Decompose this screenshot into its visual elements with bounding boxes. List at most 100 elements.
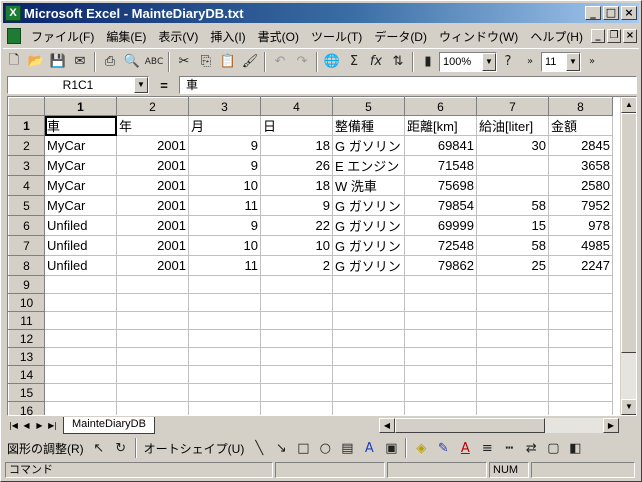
cell[interactable] [548, 347, 613, 366]
cell[interactable] [260, 383, 333, 402]
cell[interactable]: 2001 [116, 135, 189, 156]
cell[interactable]: 18 [260, 175, 333, 196]
cell[interactable] [44, 311, 117, 330]
cell[interactable]: 11 [188, 195, 261, 216]
chevron-down-icon[interactable]: ▼ [566, 52, 580, 71]
cell[interactable]: 75698 [404, 175, 477, 196]
cell[interactable] [476, 175, 549, 196]
cell[interactable]: 2001 [116, 195, 189, 216]
menu-tools[interactable]: ツール(T) [305, 28, 368, 45]
undo-icon[interactable]: ↶ [269, 51, 291, 73]
cell[interactable] [188, 383, 261, 402]
new-icon[interactable]: 🗋 [3, 51, 25, 73]
line-icon[interactable]: ╲ [248, 437, 270, 459]
menu-format[interactable]: 書式(O) [252, 28, 305, 45]
cell[interactable] [476, 401, 549, 415]
redo-icon[interactable]: ↷ [291, 51, 313, 73]
cell[interactable]: MyCar [44, 195, 117, 216]
cell[interactable]: 車 [44, 115, 117, 136]
more-buttons-icon[interactable]: » [581, 51, 603, 73]
cell[interactable] [332, 401, 405, 415]
cell[interactable]: 7952 [548, 195, 613, 216]
autoshapes-menu-button[interactable]: オートシェイプ(U) [140, 440, 249, 457]
dash-style-icon[interactable]: ┅ [498, 437, 520, 459]
copy-icon[interactable]: ⎘ [195, 51, 217, 73]
doc-close-button[interactable]: × [622, 29, 637, 43]
row-header[interactable]: 12 [8, 329, 45, 348]
text-box-icon[interactable]: ▤ [336, 437, 358, 459]
cell[interactable] [476, 293, 549, 312]
column-header[interactable]: 1 [44, 97, 117, 116]
menu-help[interactable]: ヘルプ(H) [524, 28, 589, 45]
free-rotate-icon[interactable]: ↻ [110, 437, 132, 459]
cell[interactable]: Unfiled [44, 255, 117, 276]
chevron-down-icon[interactable]: ▼ [134, 77, 148, 93]
cell[interactable]: 金額 [548, 115, 613, 136]
sort-ascending-icon[interactable]: ⇅ [387, 51, 409, 73]
first-sheet-icon[interactable]: |◀ [7, 418, 20, 433]
arrow-style-icon[interactable]: ⇄ [520, 437, 542, 459]
cell[interactable] [548, 293, 613, 312]
cell[interactable]: 整備種 [332, 115, 405, 136]
cell[interactable] [476, 311, 549, 330]
cell[interactable] [116, 347, 189, 366]
cell[interactable]: 11 [188, 255, 261, 276]
cell[interactable] [188, 329, 261, 348]
cell[interactable]: 10 [260, 235, 333, 256]
column-header[interactable]: 6 [404, 97, 477, 116]
cell[interactable]: 22 [260, 215, 333, 236]
cell[interactable]: 2845 [548, 135, 613, 156]
title-bar[interactable]: X Microsoft Excel - MainteDiaryDB.txt _ … [3, 3, 639, 23]
cell[interactable]: G ガソリン [332, 195, 405, 216]
scroll-right-icon[interactable]: ▶ [603, 418, 619, 433]
format-painter-icon[interactable]: 🖌 [239, 51, 261, 73]
column-header[interactable]: 2 [116, 97, 189, 116]
cell[interactable] [116, 275, 189, 294]
mail-icon[interactable]: ✉ [69, 51, 91, 73]
cell[interactable]: 日 [260, 115, 333, 136]
cell[interactable]: 79862 [404, 255, 477, 276]
fill-color-icon[interactable]: ◈ [410, 437, 432, 459]
cell[interactable]: W 洗車 [332, 175, 405, 196]
cell[interactable]: 58 [476, 235, 549, 256]
cell[interactable] [548, 383, 613, 402]
column-header[interactable]: 7 [476, 97, 549, 116]
row-header[interactable]: 3 [8, 155, 45, 176]
cell[interactable] [188, 275, 261, 294]
scroll-left-icon[interactable]: ◀ [379, 418, 395, 433]
cell[interactable] [188, 347, 261, 366]
wordart-icon[interactable]: A [358, 437, 380, 459]
workbook-icon[interactable] [7, 28, 21, 44]
column-header[interactable]: 3 [188, 97, 261, 116]
cell[interactable]: 9 [188, 215, 261, 236]
cell[interactable]: 9 [188, 135, 261, 156]
sheet-tab-maintediarydb[interactable]: MainteDiaryDB [63, 417, 155, 434]
cell[interactable]: 2001 [116, 255, 189, 276]
cell[interactable] [116, 401, 189, 415]
row-header[interactable]: 9 [8, 275, 45, 294]
more-buttons-icon[interactable]: » [519, 51, 541, 73]
shadow-icon[interactable]: ▢ [542, 437, 564, 459]
cell[interactable] [548, 401, 613, 415]
cell[interactable] [548, 275, 613, 294]
cell[interactable] [260, 329, 333, 348]
cell[interactable]: G ガソリン [332, 215, 405, 236]
name-box[interactable]: R1C1 ▼ [7, 76, 149, 94]
cell[interactable] [188, 311, 261, 330]
row-header[interactable]: 15 [8, 383, 45, 402]
cell[interactable]: 9 [260, 195, 333, 216]
cell[interactable] [116, 383, 189, 402]
cell[interactable] [116, 293, 189, 312]
cell[interactable] [44, 347, 117, 366]
chart-wizard-icon[interactable]: ▮ [417, 51, 439, 73]
cell[interactable] [44, 383, 117, 402]
cell[interactable] [404, 383, 477, 402]
scroll-thumb[interactable] [395, 418, 545, 433]
menu-data[interactable]: データ(D) [368, 28, 433, 45]
paste-icon[interactable]: 📋 [217, 51, 239, 73]
cell[interactable]: G ガソリン [332, 235, 405, 256]
row-header[interactable]: 10 [8, 293, 45, 312]
row-header[interactable]: 16 [8, 401, 45, 415]
cell[interactable] [476, 329, 549, 348]
row-header[interactable]: 2 [8, 135, 45, 156]
